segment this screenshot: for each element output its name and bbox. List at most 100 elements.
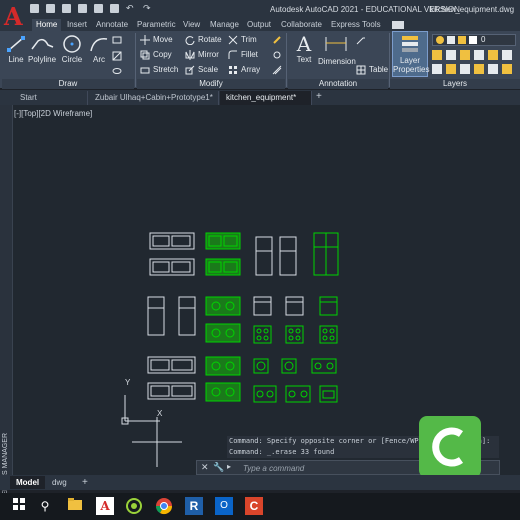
dishwasher-block[interactable]: [178, 296, 196, 336]
polyline-tool-button[interactable]: Polyline: [28, 35, 56, 64]
tab-insert[interactable]: Insert: [67, 19, 87, 31]
refrigerator-block-selected[interactable]: [313, 232, 339, 276]
sink-block-selected[interactable]: [205, 258, 241, 276]
tab-model[interactable]: Model: [10, 476, 46, 489]
layer-walk-icon[interactable]: [488, 64, 498, 74]
mirror-button[interactable]: Mirror: [185, 48, 219, 62]
layers-panel-label[interactable]: Layers: [390, 79, 520, 89]
refrigerator-block[interactable]: [255, 236, 273, 276]
revit-icon[interactable]: R: [185, 497, 203, 515]
fillet-button[interactable]: Fillet: [228, 48, 258, 62]
close-command-line-icon[interactable]: ✕: [201, 462, 209, 473]
trim-button[interactable]: Trim: [228, 33, 257, 47]
sink-block[interactable]: [149, 232, 195, 250]
print-icon[interactable]: [110, 4, 119, 13]
cooktop-block-selected[interactable]: [311, 358, 337, 374]
offset-button[interactable]: [272, 63, 285, 77]
cooktop-block-selected[interactable]: [205, 323, 241, 343]
ellipse-tool-button[interactable]: [112, 64, 125, 78]
chrome-icon[interactable]: [155, 497, 173, 515]
dishwasher-block[interactable]: [147, 296, 165, 336]
tab-cabin-prototype[interactable]: Zubair Ulhaq+Cabin+Prototype1*: [89, 91, 219, 105]
range-block[interactable]: [253, 296, 272, 316]
copy-button[interactable]: Copy: [140, 48, 172, 62]
tab-start[interactable]: Start: [14, 91, 88, 105]
save-as-icon[interactable]: [78, 4, 87, 13]
layer-unisolate-icon[interactable]: [502, 50, 512, 60]
autocad-icon[interactable]: A: [96, 497, 114, 515]
table-button[interactable]: Table: [356, 63, 388, 77]
tab-collaborate[interactable]: Collaborate: [281, 19, 322, 31]
burner-block-selected[interactable]: [281, 358, 297, 374]
tab-express-tools[interactable]: Express Tools: [331, 19, 381, 31]
customize-icon[interactable]: 🔧: [213, 462, 224, 473]
erase-button[interactable]: [272, 33, 285, 47]
sink-block-selected[interactable]: [205, 232, 241, 250]
layer-unlock-icon[interactable]: [474, 64, 484, 74]
undo-icon[interactable]: ↶: [126, 4, 136, 13]
layer-off-icon[interactable]: [432, 64, 442, 74]
array-button[interactable]: Array: [228, 63, 260, 77]
explode-button[interactable]: [272, 48, 285, 62]
file-explorer-icon[interactable]: [66, 497, 84, 515]
new-tab-icon[interactable]: +: [316, 91, 322, 102]
layer-isolate-icon[interactable]: [488, 50, 498, 60]
search-icon[interactable]: ⚲: [36, 497, 54, 515]
layer-properties-button[interactable]: Layer Properties: [392, 31, 429, 77]
redo-icon[interactable]: ↷: [143, 4, 153, 13]
tab-output[interactable]: Output: [247, 19, 271, 31]
burner-block-selected[interactable]: [253, 325, 272, 344]
cooktop-block-selected[interactable]: [205, 296, 241, 316]
sink-block-selected[interactable]: [205, 382, 241, 402]
tab-layout-dwg[interactable]: dwg: [46, 476, 73, 489]
rotate-button[interactable]: Rotate: [185, 33, 222, 47]
layer-merge-icon[interactable]: [502, 64, 512, 74]
camtasia-icon[interactable]: C: [245, 497, 263, 515]
tab-home[interactable]: Home: [32, 19, 62, 31]
stretch-button[interactable]: Stretch: [140, 63, 178, 77]
tab-kitchen-equipment[interactable]: kitchen_equipment*: [220, 91, 312, 105]
layer-previous-icon[interactable]: [474, 50, 484, 60]
range-block[interactable]: [285, 296, 304, 316]
dimension-tool-button[interactable]: Dimension: [318, 33, 356, 66]
oven-block-selected[interactable]: [319, 385, 338, 403]
sink-block[interactable]: [149, 258, 195, 276]
layer-state-icon[interactable]: [432, 50, 442, 60]
sink-block-selected[interactable]: [205, 356, 241, 376]
refrigerator-block[interactable]: [279, 236, 297, 276]
open-icon[interactable]: [46, 4, 55, 13]
sink-block[interactable]: [147, 356, 196, 374]
modify-panel-label[interactable]: Modify: [137, 79, 285, 89]
match-layer-icon[interactable]: [460, 50, 470, 60]
tab-annotate[interactable]: Annotate: [96, 19, 128, 31]
recent-commands-icon[interactable]: ▸: [227, 462, 231, 471]
layer-freeze-tool-icon[interactable]: [446, 64, 456, 74]
burner-block-selected[interactable]: [253, 358, 269, 374]
arc-tool-button[interactable]: Arc: [88, 35, 110, 64]
burner-block-selected[interactable]: [319, 325, 338, 344]
layer-properties-palette[interactable]: LAYER PROPERTIES MANAGER: [0, 105, 13, 520]
tab-manage[interactable]: Manage: [210, 19, 239, 31]
burner-block-selected[interactable]: [285, 325, 304, 344]
text-tool-button[interactable]: A Text: [292, 33, 316, 64]
layer-lock-tool-icon[interactable]: [460, 64, 470, 74]
add-layout-icon[interactable]: +: [76, 476, 94, 489]
save-icon[interactable]: [62, 4, 71, 13]
annotation-panel-label[interactable]: Annotation: [288, 79, 388, 89]
range-block-selected[interactable]: [319, 296, 338, 316]
layer-dropdown[interactable]: 0: [432, 34, 516, 46]
outlook-icon[interactable]: O: [215, 497, 233, 515]
circle-tool-button[interactable]: Circle: [60, 35, 84, 64]
draw-panel-label[interactable]: Draw: [2, 79, 134, 89]
new-icon[interactable]: [30, 4, 39, 13]
cooktop-block-selected[interactable]: [253, 385, 277, 403]
line-tool-button[interactable]: Line: [6, 35, 26, 64]
sink-block[interactable]: [147, 382, 196, 400]
minimize-ribbon-icon[interactable]: [392, 21, 404, 29]
camtasia-recorder-icon[interactable]: [125, 497, 143, 515]
hatch-tool-button[interactable]: [112, 49, 125, 63]
cooktop-block-selected[interactable]: [285, 385, 311, 403]
move-button[interactable]: Move: [140, 33, 173, 47]
make-current-icon[interactable]: [446, 50, 456, 60]
web-mobile-icon[interactable]: [94, 4, 103, 13]
